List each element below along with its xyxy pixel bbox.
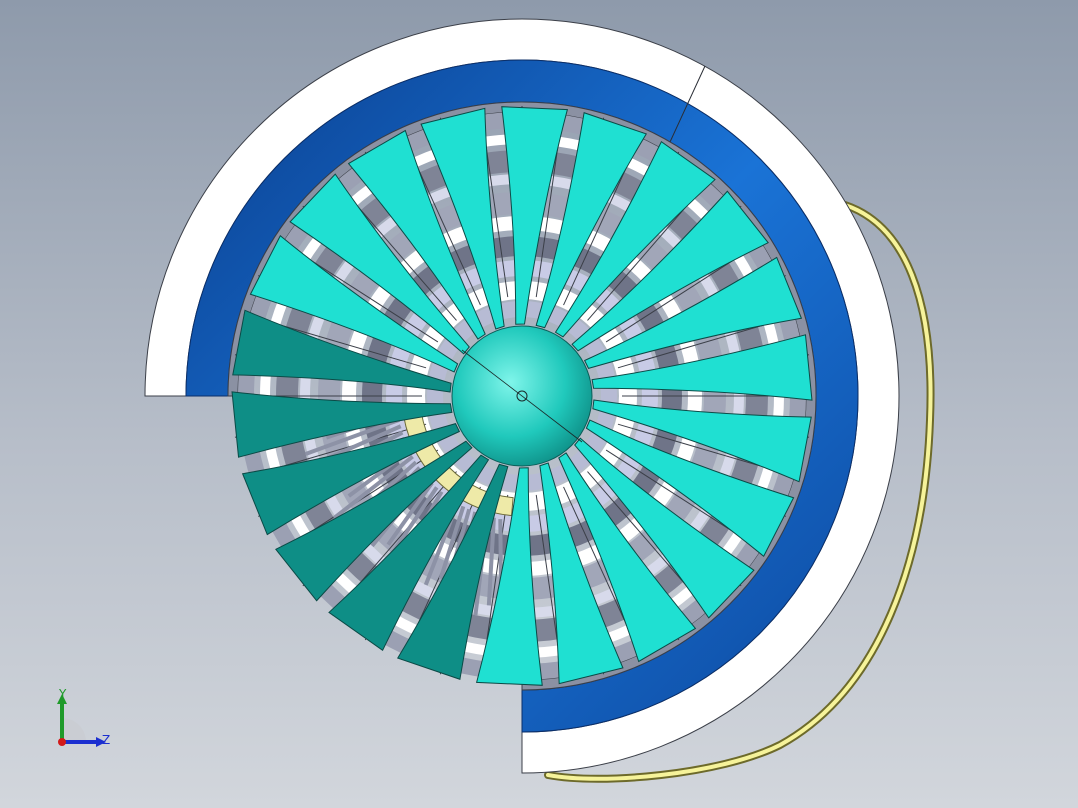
triad-xy-plane <box>62 718 86 742</box>
x-axis-point <box>58 738 66 746</box>
coordinate-triad <box>57 694 106 747</box>
y-axis-label: Y <box>59 687 67 701</box>
graphics-viewport[interactable]: Y Z <box>0 0 1078 808</box>
fan-assembly-model[interactable] <box>0 0 1078 808</box>
z-axis-label: Z <box>102 733 111 747</box>
